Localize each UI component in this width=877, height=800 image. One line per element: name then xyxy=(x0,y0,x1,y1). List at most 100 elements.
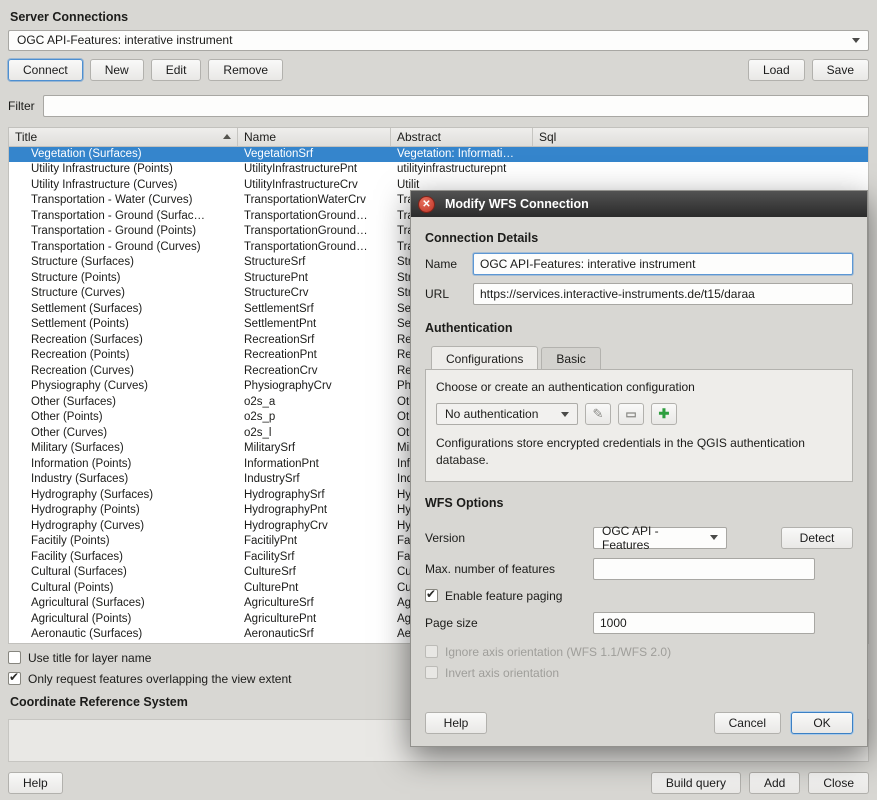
only-request-checkbox[interactable] xyxy=(8,672,21,685)
cell-title: Facility (Surfaces) xyxy=(9,550,238,566)
dialog-titlebar[interactable]: ✕ Modify WFS Connection xyxy=(411,191,867,217)
dialog-help-button[interactable]: Help xyxy=(425,712,487,734)
cell-title: Structure (Curves) xyxy=(9,286,238,302)
dialog-ok-button[interactable]: OK xyxy=(791,712,853,734)
connection-details-title: Connection Details xyxy=(425,231,853,245)
cell-title: Transportation - Ground (Points) xyxy=(9,224,238,240)
cell-title: Settlement (Points) xyxy=(9,317,238,333)
column-header-name[interactable]: Name xyxy=(238,128,391,146)
page-size-input[interactable] xyxy=(593,612,815,634)
name-row: Name xyxy=(425,253,853,275)
enable-paging-label: Enable feature paging xyxy=(445,589,562,603)
auth-config-select[interactable]: No authentication xyxy=(436,403,578,425)
cell-title: Agricultural (Points) xyxy=(9,612,238,628)
cell-name: SettlementPnt xyxy=(238,317,391,333)
use-title-checkbox[interactable] xyxy=(8,651,21,664)
cell-name: InformationPnt xyxy=(238,457,391,473)
cell-abstract: utilityinfrastructurepnt xyxy=(391,162,533,178)
cell-name: RecreationCrv xyxy=(238,364,391,380)
cell-name: SettlementSrf xyxy=(238,302,391,318)
cell-title: Transportation - Water (Curves) xyxy=(9,193,238,209)
max-features-label: Max. number of features xyxy=(425,562,593,576)
dialog-title: Modify WFS Connection xyxy=(445,197,589,211)
wfs-options-title: WFS Options xyxy=(425,496,853,510)
column-header-sql[interactable]: Sql xyxy=(533,128,868,146)
dialog-footer: Help Cancel OK xyxy=(425,702,853,734)
server-connections-title: Server Connections xyxy=(10,10,869,24)
cell-name: CulturePnt xyxy=(238,581,391,597)
version-value: OGC API - Features xyxy=(602,524,702,552)
cell-title: Recreation (Surfaces) xyxy=(9,333,238,349)
only-request-label: Only request features overlapping the vi… xyxy=(28,672,291,686)
close-button[interactable]: Close xyxy=(808,772,869,794)
tab-configurations[interactable]: Configurations xyxy=(431,346,538,370)
version-select[interactable]: OGC API - Features xyxy=(593,527,727,549)
edit-button[interactable]: Edit xyxy=(151,59,202,81)
remove-auth-config-button[interactable]: ▭ xyxy=(618,403,644,425)
connection-select[interactable]: OGC API-Features: interative instrument xyxy=(8,30,869,51)
enable-paging-option[interactable]: Enable feature paging xyxy=(425,589,853,603)
load-button[interactable]: Load xyxy=(748,59,805,81)
authentication-tabs: Configurations Basic xyxy=(425,345,853,369)
edit-auth-config-button[interactable]: ✎ xyxy=(585,403,611,425)
url-input[interactable] xyxy=(473,283,853,305)
auth-controls: No authentication ✎ ▭ ✚ xyxy=(436,403,842,425)
max-features-row: Max. number of features xyxy=(425,558,853,580)
name-input[interactable] xyxy=(473,253,853,275)
cell-name: StructureCrv xyxy=(238,286,391,302)
cell-title: Structure (Points) xyxy=(9,271,238,287)
column-header-title[interactable]: Title xyxy=(9,128,238,146)
version-row: Version OGC API - Features Detect xyxy=(425,527,853,549)
cell-title: Facitily (Points) xyxy=(9,534,238,550)
cell-title: Recreation (Curves) xyxy=(9,364,238,380)
main-footer: Help Build query Add Close xyxy=(8,762,869,794)
invert-axis-checkbox xyxy=(425,666,438,679)
cell-title: Cultural (Surfaces) xyxy=(9,565,238,581)
save-button[interactable]: Save xyxy=(812,59,869,81)
cell-title: Physiography (Curves) xyxy=(9,379,238,395)
new-button[interactable]: New xyxy=(90,59,144,81)
add-button[interactable]: Add xyxy=(749,772,800,794)
table-row[interactable]: Vegetation (Surfaces)VegetationSrfVegeta… xyxy=(9,147,868,163)
page-size-label: Page size xyxy=(425,616,593,630)
cell-name: FacitilyPnt xyxy=(238,534,391,550)
column-header-abstract[interactable]: Abstract xyxy=(391,128,533,146)
cell-name: HydrographySrf xyxy=(238,488,391,504)
cell-sql xyxy=(533,162,868,178)
page-size-row: Page size xyxy=(425,612,853,634)
connect-button[interactable]: Connect xyxy=(8,59,83,81)
cell-title: Military (Surfaces) xyxy=(9,441,238,457)
max-features-input[interactable] xyxy=(593,558,815,580)
cell-title: Other (Surfaces) xyxy=(9,395,238,411)
cell-title: Hydrography (Points) xyxy=(9,503,238,519)
name-label: Name xyxy=(425,257,463,271)
cell-title: Transportation - Ground (Curves) xyxy=(9,240,238,256)
version-label: Version xyxy=(425,531,593,545)
ignore-axis-option: Ignore axis orientation (WFS 1.1/WFS 2.0… xyxy=(425,645,853,659)
remove-button[interactable]: Remove xyxy=(208,59,283,81)
cell-title: Hydrography (Curves) xyxy=(9,519,238,535)
cell-title: Industry (Surfaces) xyxy=(9,472,238,488)
cell-name: MilitarySrf xyxy=(238,441,391,457)
dialog-cancel-button[interactable]: Cancel xyxy=(714,712,781,734)
table-row[interactable]: Utility Infrastructure (Points)UtilityIn… xyxy=(9,162,868,178)
filter-label: Filter xyxy=(8,99,35,113)
configurations-panel: Choose or create an authentication confi… xyxy=(425,369,853,482)
cell-name: CultureSrf xyxy=(238,565,391,581)
cell-title: Structure (Surfaces) xyxy=(9,255,238,271)
filter-input[interactable] xyxy=(43,95,869,117)
detect-button[interactable]: Detect xyxy=(781,527,853,549)
add-auth-config-button[interactable]: ✚ xyxy=(651,403,677,425)
chevron-down-icon xyxy=(852,38,860,43)
auth-note: Configurations store encrypted credentia… xyxy=(436,435,842,469)
cell-title: Cultural (Points) xyxy=(9,581,238,597)
cell-name: HydrographyCrv xyxy=(238,519,391,535)
close-icon[interactable]: ✕ xyxy=(418,196,435,213)
connection-select-value: OGC API-Features: interative instrument xyxy=(17,33,232,47)
help-button[interactable]: Help xyxy=(8,772,63,794)
invert-axis-label: Invert axis orientation xyxy=(445,666,559,680)
use-title-label: Use title for layer name xyxy=(28,651,151,665)
tab-basic[interactable]: Basic xyxy=(541,347,600,371)
build-query-button[interactable]: Build query xyxy=(651,772,741,794)
enable-paging-checkbox[interactable] xyxy=(425,589,438,602)
